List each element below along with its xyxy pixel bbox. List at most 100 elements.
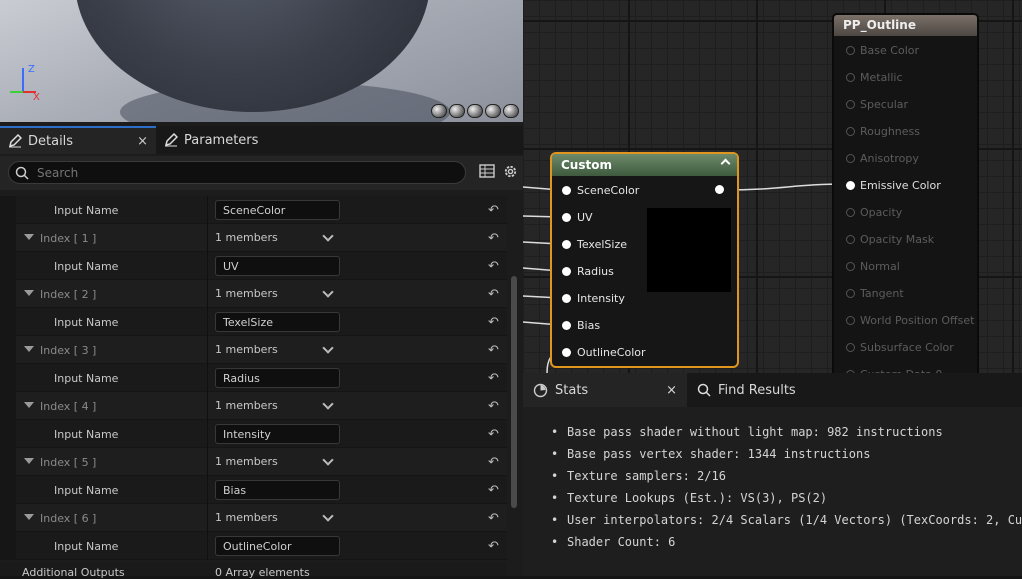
pin-dot <box>846 73 855 82</box>
reset-to-default-icon[interactable]: ↶ <box>488 343 499 358</box>
collapse-chevron-icon[interactable] <box>720 158 731 169</box>
input-name-row: Input Name UV ↶ <box>0 252 507 280</box>
plane-icon[interactable] <box>467 104 483 118</box>
pin-label: Emissive Color <box>860 179 941 192</box>
result-pin[interactable]: Subsurface Color <box>846 341 954 354</box>
custom-input-pin[interactable]: SceneColor <box>562 184 639 197</box>
input-name-field[interactable]: Radius <box>215 368 340 388</box>
expand-arrow-icon[interactable] <box>24 402 34 408</box>
result-pin[interactable]: Specular <box>846 98 908 111</box>
custom-input-pin[interactable]: UV <box>562 211 593 224</box>
chevron-down-icon[interactable] <box>322 398 334 410</box>
pin-dot <box>846 154 855 163</box>
custom-input-pin[interactable]: TexelSize <box>562 238 627 251</box>
sphere-icon[interactable] <box>449 104 465 118</box>
reset-to-default-icon[interactable]: ↶ <box>488 511 499 526</box>
result-pin[interactable]: Metallic <box>846 71 903 84</box>
material-graph-canvas[interactable]: PP_Outline Base Color Metallic Specular Rou… <box>523 0 1022 373</box>
reset-to-default-icon[interactable]: ↶ <box>488 539 499 554</box>
reset-to-default-icon[interactable]: ↶ <box>488 287 499 302</box>
cube-icon[interactable] <box>485 104 501 118</box>
result-pin[interactable]: Tangent <box>846 287 904 300</box>
tab-stats[interactable]: Stats × <box>523 373 687 407</box>
close-icon[interactable]: × <box>137 134 148 149</box>
chevron-down-icon[interactable] <box>322 454 334 466</box>
result-pin[interactable]: Roughness <box>846 125 920 138</box>
input-name-field[interactable]: SceneColor <box>215 200 340 220</box>
tab-parameters-label: Parameters <box>184 132 259 148</box>
custom-input-pin[interactable]: OutlineColor <box>562 346 646 359</box>
reset-to-default-icon[interactable]: ↶ <box>488 371 499 386</box>
members-count: 1 members <box>215 343 278 356</box>
details-scrollbar[interactable] <box>511 276 517 508</box>
result-pin[interactable]: Emissive Color <box>846 179 941 192</box>
chevron-down-icon[interactable] <box>322 510 334 522</box>
pin-dot <box>846 262 855 271</box>
expand-arrow-icon[interactable] <box>24 458 34 464</box>
custom-input-pin[interactable]: Radius <box>562 265 614 278</box>
chevron-down-icon[interactable] <box>322 286 334 298</box>
reset-to-default-icon[interactable]: ↶ <box>488 427 499 442</box>
reset-to-default-icon[interactable]: ↶ <box>488 203 499 218</box>
pin-dot <box>846 127 855 136</box>
teapot-icon[interactable] <box>503 104 519 118</box>
reset-to-default-icon[interactable]: ↶ <box>488 315 499 330</box>
pin-dot <box>846 100 855 109</box>
cylinder-icon[interactable] <box>431 104 447 118</box>
pp-outline-title: PP_Outline <box>834 15 977 36</box>
result-pin[interactable]: Anisotropy <box>846 152 919 165</box>
expand-arrow-icon[interactable] <box>24 290 34 296</box>
tab-details[interactable]: Details × <box>0 126 156 154</box>
input-name-field[interactable]: UV <box>215 256 340 276</box>
reset-to-default-icon[interactable]: ↶ <box>488 483 499 498</box>
input-name-label: Input Name <box>54 372 119 385</box>
stats-line: Base pass vertex shader: 1344 instructio… <box>551 443 1022 465</box>
expand-arrow-icon[interactable] <box>24 346 34 352</box>
pencil-icon <box>8 134 22 148</box>
pin-label: Metallic <box>860 71 903 84</box>
pp-outline-result-node[interactable]: PP_Outline Base Color Metallic Specular Rou… <box>832 13 979 373</box>
members-count: 1 members <box>215 287 278 300</box>
tab-find-results-label: Find Results <box>718 382 796 398</box>
input-name-label: Input Name <box>54 316 119 329</box>
index-label: Index [ 2 ] <box>40 288 97 301</box>
custom-input-pin[interactable]: Intensity <box>562 292 625 305</box>
gear-icon[interactable] <box>502 163 519 180</box>
expand-arrow-icon[interactable] <box>24 514 34 520</box>
pin-label: Opacity Mask <box>860 233 935 246</box>
reset-to-default-icon[interactable]: ↶ <box>488 455 499 470</box>
chevron-down-icon[interactable] <box>322 230 334 242</box>
search-input[interactable] <box>37 165 437 180</box>
input-name-field[interactable]: Bias <box>215 480 340 500</box>
tab-find-results[interactable]: Find Results <box>687 373 806 407</box>
details-property-list: Input Name SceneColor ↶ Index [ 1 ] 1 member… <box>0 196 507 576</box>
result-pin[interactable]: World Position Offset <box>846 314 974 327</box>
axis-gizmo-icon: Z X <box>10 64 40 102</box>
result-pin[interactable]: Opacity <box>846 206 902 219</box>
pin-label: World Position Offset <box>860 314 975 327</box>
pin-label: Opacity <box>860 206 903 219</box>
input-name-field[interactable]: OutlineColor <box>215 536 340 556</box>
result-pin[interactable]: Base Color <box>846 44 919 57</box>
stats-line: User interpolators: 2/4 Scalars (1/4 Vec… <box>551 509 1022 531</box>
material-preview-viewport[interactable]: Z X <box>0 0 523 122</box>
expand-arrow-icon[interactable] <box>24 234 34 240</box>
index-label: Index [ 5 ] <box>40 456 97 469</box>
custom-output-pin[interactable] <box>715 185 724 194</box>
custom-node[interactable]: Custom SceneColor UV TexelSize Radius Intens… <box>550 152 739 368</box>
chevron-down-icon[interactable] <box>322 342 334 354</box>
search-box[interactable] <box>8 161 466 184</box>
custom-input-pin[interactable]: Bias <box>562 319 600 332</box>
input-name-field[interactable]: TexelSize <box>215 312 340 332</box>
input-name-field[interactable]: Intensity <box>215 424 340 444</box>
table-view-icon[interactable] <box>479 163 495 179</box>
close-icon[interactable]: × <box>666 383 677 398</box>
tab-parameters[interactable]: Parameters <box>156 126 266 154</box>
reset-to-default-icon[interactable]: ↶ <box>488 259 499 274</box>
pin-dot <box>846 343 855 352</box>
result-pin[interactable]: Normal <box>846 260 900 273</box>
array-index-row: Index [ 6 ] 1 members ↶ <box>0 504 507 532</box>
reset-to-default-icon[interactable]: ↶ <box>488 231 499 246</box>
result-pin[interactable]: Opacity Mask <box>846 233 934 246</box>
reset-to-default-icon[interactable]: ↶ <box>488 399 499 414</box>
